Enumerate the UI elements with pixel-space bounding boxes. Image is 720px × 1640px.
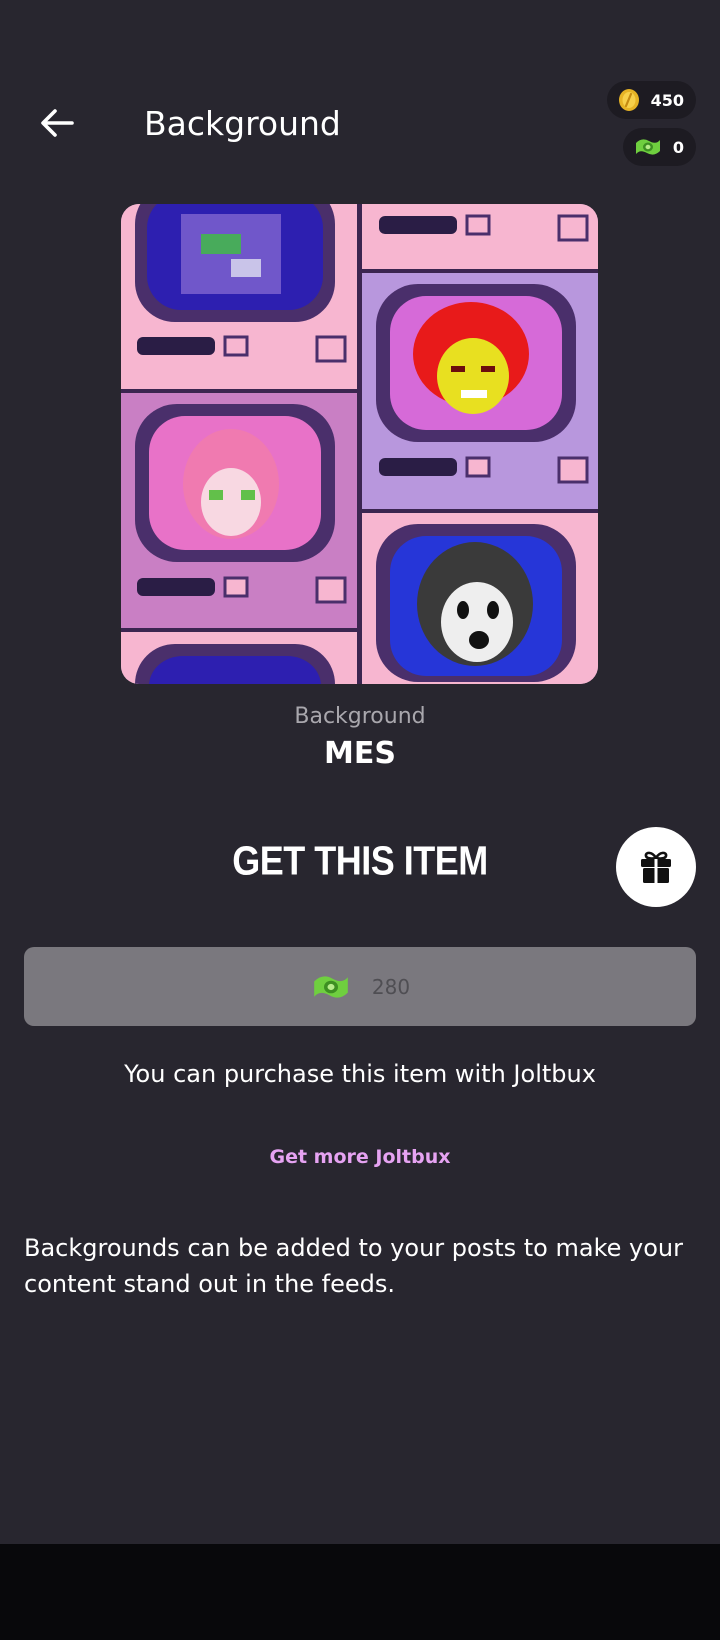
item-description: Backgrounds can be added to your posts t… xyxy=(24,1234,683,1298)
retro-tv-screens-artwork xyxy=(121,204,598,684)
joltbux-icon xyxy=(314,975,348,998)
coin-balance-value: 450 xyxy=(650,90,684,110)
system-navigation-bar xyxy=(0,1544,720,1640)
get-more-joltbux-link[interactable]: Get more Joltbux xyxy=(0,1146,720,1168)
item-name: MES xyxy=(324,736,396,771)
price-label: 280 xyxy=(371,974,411,999)
arrow-left-icon xyxy=(41,109,74,137)
item-preview-image xyxy=(121,204,598,684)
gold-coin-icon xyxy=(618,89,639,111)
buy-with-joltbux-button[interactable]: 280 xyxy=(24,947,696,1026)
app-header: Background 450 0 xyxy=(0,0,720,190)
joltbux-balance-value: 0 xyxy=(672,137,684,157)
joltbux-balance[interactable]: 0 xyxy=(622,128,696,166)
item-category: Background xyxy=(294,704,426,729)
gift-button[interactable] xyxy=(616,827,696,907)
gift-icon xyxy=(641,851,671,883)
joltbux-icon xyxy=(635,139,660,155)
page-title: Background xyxy=(144,104,341,143)
coin-balance[interactable]: 450 xyxy=(606,81,696,119)
purchase-note: You can purchase this item with Joltbux xyxy=(124,1060,596,1088)
back-button[interactable] xyxy=(34,100,80,146)
get-item-heading: GET THIS ITEM xyxy=(232,837,488,884)
